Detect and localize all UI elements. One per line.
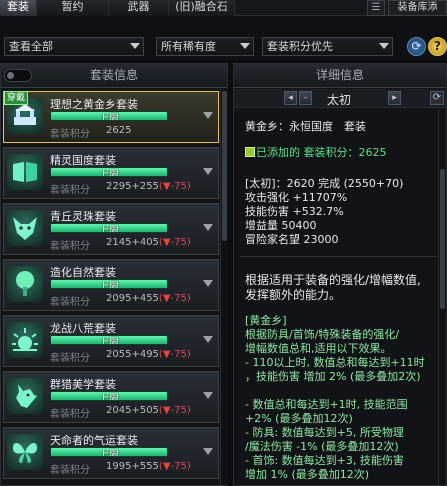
set-info-title: 套装信息 (89, 68, 138, 82)
help-button[interactable]: ? (428, 37, 447, 56)
score-label: 套装积分 (50, 185, 90, 196)
progress-bar: 上限 (50, 111, 168, 121)
progress-bar: 上限 (50, 391, 168, 401)
chevron-down-icon[interactable] (203, 448, 213, 455)
butterfly-icon (7, 434, 43, 470)
set-item[interactable]: 龙战八荒套装 上限 套装积分 2055+495(▼-75) (3, 315, 219, 367)
progress-bar: 上限 (50, 335, 168, 345)
set-item[interactable]: 穿戴 理想之黄金乡套装 上限 套装积分 2625 (3, 91, 219, 143)
chevron-down-icon[interactable] (203, 336, 213, 343)
effect-line: 增加 1% (最多叠加12次) (245, 468, 370, 481)
set-info-header: 套装信息 (1, 64, 227, 88)
chevron-down-icon[interactable] (203, 280, 213, 287)
chevron-down-icon[interactable] (203, 224, 213, 231)
chevron-down-icon (379, 43, 389, 49)
score-value: 2045+505(▼-75) (106, 405, 191, 416)
score-label: 套装积分 (50, 409, 90, 420)
score-label: 套装积分 (50, 465, 90, 476)
set-item[interactable]: 造化自然套装 上限 套装积分 2095+455(▼-75) (3, 259, 219, 311)
detail-title: 详细信息 (315, 68, 364, 82)
tree-icon (7, 266, 43, 302)
chevron-down-icon[interactable] (203, 112, 213, 119)
refresh-icon[interactable]: ⟳ (430, 91, 444, 105)
set-name: 造化自然套装 (50, 266, 116, 279)
detail-panel: 详细信息 ◂ – 太初 ▸ ⟳ 黄金乡：永恒国度 套装 已添加的 套装积分：26… (233, 63, 447, 486)
filter-toggle[interactable] (4, 69, 32, 82)
score-value: 1995+555(▼-75) (106, 461, 191, 472)
stat-line: 冒险家名望 23000 (245, 233, 339, 246)
set-name: 群猎美学套装 (50, 378, 116, 391)
nav-title: 太初 (326, 93, 351, 107)
score-value: 2625 (106, 125, 132, 136)
top-tab-bar: 套装 暂约 武器 (旧)融合石 ☰ 装备库添 (0, 0, 447, 16)
effect-line: ，技能伤害 增加 2% (最多叠加2次) (245, 370, 421, 383)
set-list-scrollbar[interactable] (220, 89, 228, 485)
tab-sets[interactable]: 套装 (0, 0, 37, 16)
chevron-down-icon (240, 43, 250, 49)
set-name: 精灵国度套装 (50, 154, 116, 167)
detail-nav: ◂ – 太初 ▸ ⟳ (234, 89, 446, 108)
detail-scrollbar[interactable] (438, 109, 446, 485)
score-label: 套装积分 (50, 129, 90, 140)
progress-bar: 上限 (50, 279, 168, 289)
set-info-panel: 套装信息 穿戴 理想之黄金乡套装 上限 套装积分 2625 精灵国度套装 上限 … (0, 63, 228, 486)
tab-weapons[interactable]: 武器 (109, 0, 169, 16)
set-item[interactable]: 群猎美学套装 上限 套装积分 2045+505(▼-75) (3, 371, 219, 423)
rarity-filter-select[interactable]: 所有稀有度 (156, 37, 254, 56)
sun-icon (7, 322, 43, 358)
progress-bar: 上限 (50, 167, 168, 177)
book-icon (7, 154, 43, 190)
set-name: 龙战八荒套装 (50, 322, 116, 335)
set-name: 天命者的气运套装 (50, 434, 138, 447)
progress-bar: 上限 (50, 223, 168, 233)
sort-value: 套装积分优先 (267, 40, 333, 53)
set-item[interactable]: 精灵国度套装 上限 套装积分 2295+255(▼-75) (3, 147, 219, 199)
score-value: 2095+455(▼-75) (106, 293, 191, 304)
rarity-filter-value: 所有稀有度 (161, 40, 216, 53)
progress-bar: 上限 (50, 447, 168, 457)
set-title: 黄金乡：永恒国度 套装 (245, 120, 366, 133)
sort-select[interactable]: 套装积分优先 (262, 37, 393, 56)
score-label: 套装积分 (50, 241, 90, 252)
chevron-down-icon[interactable] (203, 168, 213, 175)
set-score-icon (245, 147, 255, 157)
equipped-badge: 穿戴 (4, 91, 29, 105)
set-name: 理想之黄金乡套装 (50, 98, 138, 111)
fox-icon (7, 210, 43, 246)
chevron-down-icon[interactable] (203, 392, 213, 399)
score-value: 2295+255(▼-75) (106, 181, 191, 192)
wolf-icon (7, 378, 43, 414)
description-line: 发挥额外的能力。 (245, 288, 342, 302)
tab-fusion-stones[interactable]: (旧)融合石 (169, 0, 235, 16)
chevron-down-icon (130, 43, 140, 49)
added-score: 已添加的 套装积分：2625 (245, 144, 387, 160)
set-item[interactable]: 天命者的气运套装 上限 套装积分 1995+555(▼-75) (3, 427, 219, 479)
score-label: 套装积分 (50, 297, 90, 308)
view-filter-select[interactable]: 查看全部 (4, 37, 144, 56)
score-value: 2145+405(▼-75) (106, 237, 191, 248)
divider (240, 256, 436, 257)
refresh-button[interactable]: ⟳ (407, 37, 426, 56)
tab-contracts[interactable]: 暂约 (37, 0, 109, 16)
set-item[interactable]: 青丘灵珠套装 上限 套装积分 2145+405(▼-75) (3, 203, 219, 255)
menu-icon[interactable]: ☰ (367, 0, 385, 16)
score-label: 套装积分 (50, 353, 90, 364)
equipment-storage-button[interactable]: 装备库添 (388, 0, 447, 16)
score-value: 2055+495(▼-75) (106, 349, 191, 360)
set-name: 青丘灵珠套装 (50, 210, 116, 223)
next-arrow-icon[interactable]: ▸ (388, 91, 401, 105)
view-filter-value: 查看全部 (9, 40, 53, 53)
detail-header: 详细信息 (234, 64, 446, 88)
